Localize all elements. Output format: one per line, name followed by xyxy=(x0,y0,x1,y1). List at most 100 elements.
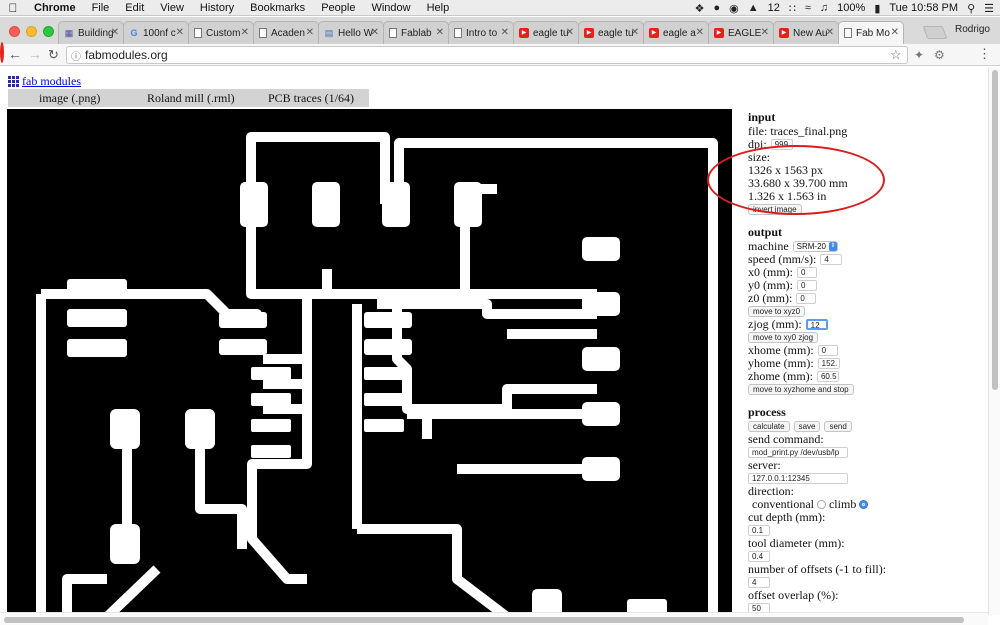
tab-100nf[interactable]: G 100nf c ✕ xyxy=(123,21,189,44)
close-icon[interactable]: ✕ xyxy=(696,27,704,38)
notification-center-icon[interactable]: ☰ xyxy=(984,2,994,15)
close-icon[interactable]: ✕ xyxy=(891,27,899,38)
tab-academy[interactable]: Acaden ✕ xyxy=(253,21,319,44)
vertical-scrollbar[interactable] xyxy=(988,67,1000,615)
module-pcb-traces[interactable]: PCB traces (1/64) xyxy=(268,91,354,106)
wifi-icon[interactable]: ≈ xyxy=(805,2,811,14)
tab-intro[interactable]: Intro to ✕ xyxy=(448,21,514,44)
tab-building[interactable]: ▦ Building ✕ xyxy=(58,21,124,44)
adobe-icon[interactable]: ▲ xyxy=(748,2,759,14)
tab-eagle-2[interactable]: ▶ eagle tu ✕ xyxy=(578,21,644,44)
server-field[interactable]: 127.0.0.1:12345 xyxy=(748,473,848,484)
pcb-pad xyxy=(251,367,291,380)
tab-eagle-3[interactable]: ▶ eagle a ✕ xyxy=(643,21,709,44)
more-menu-icon[interactable]: ⋮ xyxy=(978,46,991,62)
bookmark-star-icon[interactable]: ☆ xyxy=(890,47,902,63)
send-button[interactable]: send xyxy=(824,421,852,432)
dropbox-icon[interactable]: ❖ xyxy=(695,2,705,15)
extension-puzzle-icon[interactable]: ✦ xyxy=(914,48,924,62)
extension-gear-icon[interactable]: ⚙ xyxy=(934,48,945,62)
bluetooth-icon[interactable]: ∷ xyxy=(789,2,796,15)
eye-icon[interactable]: ◉ xyxy=(729,2,739,15)
z0-field[interactable]: 0 xyxy=(796,293,817,304)
menu-help[interactable]: Help xyxy=(419,2,458,14)
forward-arrow-icon[interactable]: → xyxy=(28,46,42,62)
menu-edit[interactable]: Edit xyxy=(117,2,152,14)
tab-new-au[interactable]: ▶ New Au ✕ xyxy=(773,21,839,44)
address-url[interactable]: fabmodules.org xyxy=(85,48,168,62)
close-icon[interactable]: ✕ xyxy=(241,27,249,38)
new-tab-button[interactable] xyxy=(922,26,948,39)
close-icon[interactable]: ✕ xyxy=(371,27,379,38)
window-maximize-button[interactable] xyxy=(43,26,54,37)
fab-modules-link[interactable]: fab modules xyxy=(22,74,81,89)
close-icon[interactable]: ✕ xyxy=(631,27,639,38)
tab-fablab[interactable]: Fablab ✕ xyxy=(383,21,449,44)
back-arrow-icon[interactable]: ← xyxy=(8,46,22,62)
menu-window[interactable]: Window xyxy=(363,2,418,14)
close-icon[interactable]: ✕ xyxy=(176,27,184,38)
menu-file[interactable]: File xyxy=(84,2,118,14)
zhome-field[interactable]: 60.5 xyxy=(816,371,839,382)
offsets-field[interactable]: 4 xyxy=(748,577,770,588)
pcb-pad xyxy=(240,182,268,227)
window-close-button[interactable] xyxy=(9,26,20,37)
window-minimize-button[interactable] xyxy=(26,26,37,37)
menu-people[interactable]: People xyxy=(313,2,363,14)
move-to-xyzhome-button[interactable]: move to xyzhome and stop xyxy=(748,384,854,395)
close-icon[interactable]: ✕ xyxy=(111,27,119,38)
close-icon[interactable]: ✕ xyxy=(501,27,509,38)
reload-icon[interactable]: ↻ xyxy=(48,47,59,63)
opera-extension-icon[interactable] xyxy=(0,42,4,63)
tab-hello-world[interactable]: ▤ Hello W ✕ xyxy=(318,21,384,44)
tab-fab-modules[interactable]: Fab Mo ✕ xyxy=(838,21,904,44)
conventional-radio[interactable] xyxy=(816,500,826,509)
tool-diameter-field[interactable]: 0.4 xyxy=(748,551,770,562)
close-icon[interactable]: ✕ xyxy=(761,27,769,38)
xhome-field[interactable]: 0 xyxy=(817,345,838,356)
battery-percent[interactable]: 100% xyxy=(837,2,865,14)
apple-icon[interactable]:  xyxy=(0,1,26,15)
module-image-png[interactable]: image (.png) xyxy=(39,91,100,106)
volume-icon[interactable]: ♫ xyxy=(820,2,828,14)
address-bar[interactable]: ⓘ fabmodules.org xyxy=(66,46,908,64)
menu-history[interactable]: History xyxy=(192,2,242,14)
close-icon[interactable]: ✕ xyxy=(826,27,834,38)
z0-label: z0 (mm): xyxy=(748,291,793,305)
send-command-field[interactable]: mod_print.py /dev/usb/lp xyxy=(748,447,848,458)
menubar-clock[interactable]: Tue 10:58 PM xyxy=(889,2,958,14)
machine-select[interactable]: SRM-20 ⇕ xyxy=(792,241,838,252)
save-button[interactable]: save xyxy=(793,421,821,432)
sync-icon[interactable]: ● xyxy=(713,2,720,14)
calculate-button[interactable]: calculate xyxy=(748,421,790,432)
speed-field[interactable]: 4 xyxy=(820,254,843,265)
close-icon[interactable]: ✕ xyxy=(566,27,574,38)
fab-modules-logo-icon xyxy=(8,76,19,87)
y0-field[interactable]: 0 xyxy=(797,280,817,291)
zjog-field[interactable]: 12 xyxy=(805,319,828,330)
cut-depth-field[interactable]: 0.1 xyxy=(748,525,770,536)
climb-radio[interactable] xyxy=(859,500,869,509)
menu-view[interactable]: View xyxy=(152,2,192,14)
close-icon[interactable]: ✕ xyxy=(306,27,314,38)
zhome-label: zhome (mm): xyxy=(748,369,813,383)
spotlight-search-icon[interactable]: ⚲ xyxy=(967,2,975,15)
move-to-xy0-zjog-button[interactable]: move to xy0 zjog xyxy=(748,332,819,343)
module-roland-mill[interactable]: Roland mill (.rml) xyxy=(147,91,235,106)
horizontal-scroll-thumb[interactable] xyxy=(4,617,964,623)
doc-icon xyxy=(844,28,852,38)
profile-button[interactable]: Rodrigo xyxy=(955,24,990,35)
menu-bookmarks[interactable]: Bookmarks xyxy=(242,2,313,14)
info-icon[interactable]: ⓘ xyxy=(67,48,85,63)
tab-custom[interactable]: Custom ✕ xyxy=(188,21,254,44)
x0-field[interactable]: 0 xyxy=(797,267,817,278)
doc-icon xyxy=(454,28,462,38)
horizontal-scrollbar[interactable] xyxy=(0,612,988,625)
menu-app-chrome[interactable]: Chrome xyxy=(26,2,84,14)
move-to-xyz0-button[interactable]: move to xyz0 xyxy=(748,306,806,317)
tab-eagle-1[interactable]: ▶ eagle tu ✕ xyxy=(513,21,579,44)
yhome-field[interactable]: 152. xyxy=(817,358,840,369)
tab-eagle-4[interactable]: ▶ EAGLE ✕ xyxy=(708,21,774,44)
vertical-scroll-thumb[interactable] xyxy=(992,70,998,390)
close-icon[interactable]: ✕ xyxy=(436,27,444,38)
